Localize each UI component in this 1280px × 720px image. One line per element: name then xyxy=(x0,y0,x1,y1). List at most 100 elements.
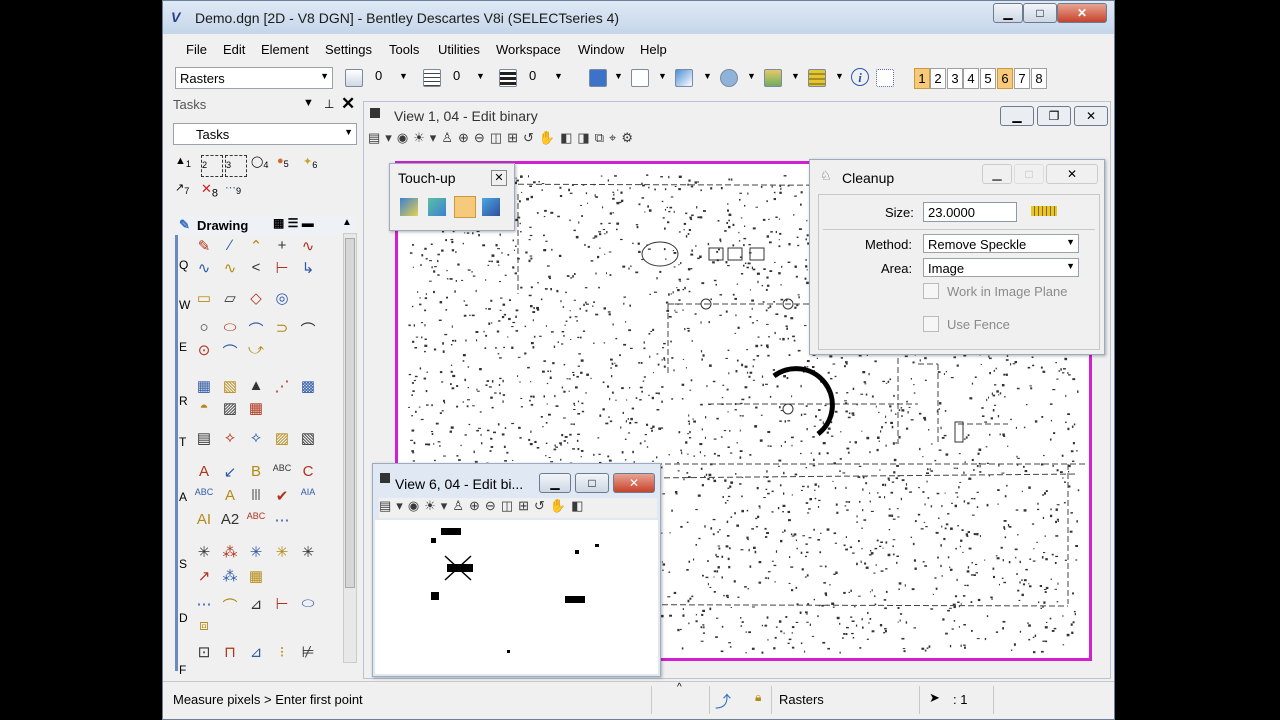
view-button-8[interactable]: 8 xyxy=(1031,68,1047,89)
dropdown-icon[interactable]: ▼ xyxy=(658,71,667,81)
color-dropdown-icon[interactable]: ▼ xyxy=(399,71,408,81)
copy-view-icon[interactable]: ⧉ xyxy=(595,130,609,145)
task-tool-9[interactable]: ⋯9 xyxy=(225,181,249,203)
drawing-tool-icon[interactable]: ⊿ xyxy=(245,643,267,663)
drawing-tool-icon[interactable]: ⊓ xyxy=(219,643,241,663)
line-weight-icon[interactable] xyxy=(499,69,517,87)
ruler-icon[interactable] xyxy=(1031,206,1057,216)
window-area-icon[interactable]: ◫ xyxy=(490,130,507,145)
view-6-canvas[interactable] xyxy=(375,520,658,674)
close-button[interactable]: ✕ xyxy=(1057,3,1107,23)
references-icon[interactable] xyxy=(675,69,693,87)
method-select[interactable]: Remove Speckle ▼ xyxy=(923,234,1079,253)
close-icon[interactable]: ✕ xyxy=(341,94,355,114)
view-mode-icons[interactable]: ▦ ☰ ▬ xyxy=(273,216,314,230)
drawing-tool-icon[interactable]: ▩ xyxy=(297,377,319,397)
drawing-tool-icon[interactable]: ⌒ xyxy=(219,595,241,615)
task-tool-4[interactable]: ◯4 xyxy=(251,155,273,177)
bentley-icon[interactable]: V xyxy=(171,9,180,25)
drawing-tool-icon[interactable]: ↳ xyxy=(297,259,319,279)
view-attributes-icon[interactable] xyxy=(589,69,607,87)
cleanup-close[interactable]: ✕ xyxy=(1046,164,1098,184)
minimize-button[interactable]: ▁ xyxy=(993,3,1023,23)
drawing-tool-icon[interactable]: ABC xyxy=(193,487,215,507)
drawing-tool-icon[interactable]: ⟡ xyxy=(219,429,241,449)
maximize-button[interactable]: □ xyxy=(1023,3,1057,23)
drawing-tool-icon[interactable]: ⋯ xyxy=(193,595,215,615)
dropdown-icon[interactable]: ▼ xyxy=(835,71,844,81)
pushpin-icon[interactable]: ⊥ xyxy=(324,97,334,111)
snap-icon[interactable]: ⤴ xyxy=(715,688,739,712)
drawing-tool-icon[interactable]: ▱ xyxy=(219,289,241,309)
levels-icon[interactable] xyxy=(808,69,826,87)
drawing-tool-icon[interactable]: ↗ xyxy=(193,567,215,587)
view-button-3[interactable]: 3 xyxy=(947,68,963,89)
menu-tools[interactable]: Tools xyxy=(389,42,419,57)
task-tool-3[interactable]: 3 xyxy=(225,155,247,177)
pan-icon[interactable]: ♙ xyxy=(441,130,458,145)
drawing-tool-icon[interactable]: ⊿ xyxy=(245,595,267,615)
drawing-tool-icon[interactable]: ⌒ xyxy=(219,341,241,361)
zoom-out-icon[interactable]: ⊖ xyxy=(485,498,501,513)
level-combo[interactable]: Rasters ▼ xyxy=(175,67,333,89)
rotate-icon[interactable]: ↺ xyxy=(534,498,550,513)
pin-icon[interactable]: ▼ xyxy=(303,97,314,109)
drawing-tool-icon[interactable]: ⊢ xyxy=(271,595,293,615)
drawing-tool-icon[interactable]: ▤ xyxy=(193,429,215,449)
touchup-close-icon[interactable]: ✕ xyxy=(491,170,507,186)
view-1-close[interactable]: ✕ xyxy=(1074,106,1108,126)
drawing-tool-icon[interactable]: ⁂ xyxy=(219,567,241,587)
drawing-tool-icon[interactable]: ✔ xyxy=(271,487,293,507)
next-view-icon[interactable]: ◨ xyxy=(577,130,594,145)
task-tool-7[interactable]: ↗7 xyxy=(175,181,197,203)
color-icon[interactable] xyxy=(345,69,363,87)
work-in-image-plane-checkbox[interactable] xyxy=(923,283,939,299)
drawing-tool-icon[interactable]: ∕ xyxy=(219,237,241,257)
view-settings-icon[interactable]: ⚙ xyxy=(621,130,638,145)
drawing-tool-icon[interactable]: ✳ xyxy=(245,543,267,563)
drawing-tool-icon[interactable]: ▧ xyxy=(219,377,241,397)
view-6-close[interactable]: ✕ xyxy=(613,473,655,493)
cleanup-maximize[interactable]: □ xyxy=(1014,164,1044,184)
dropdown-icon[interactable]: ▼ xyxy=(791,71,800,81)
drawing-tool-icon[interactable]: ◎ xyxy=(271,289,293,309)
drawing-tool-icon[interactable]: AI xyxy=(193,511,215,531)
drawing-tool-icon[interactable]: C xyxy=(297,463,319,483)
drawing-tool-icon[interactable]: ABC xyxy=(271,463,293,483)
drawing-tool-icon[interactable]: ⬭ xyxy=(219,319,241,339)
drawing-tool-icon[interactable]: ↙ xyxy=(219,463,241,483)
drawing-tool-icon[interactable]: ⌒ xyxy=(245,319,267,339)
drawing-tool-icon[interactable]: ▨ xyxy=(271,429,293,449)
zoom-in-icon[interactable]: ⊕ xyxy=(469,498,485,513)
drawing-tool-icon[interactable]: ⊃ xyxy=(271,319,293,339)
line-style-icon[interactable] xyxy=(423,69,441,87)
drawing-tool-icon[interactable]: ⊡ xyxy=(193,643,215,663)
line-weight-dropdown-icon[interactable]: ▼ xyxy=(554,71,563,81)
zoom-in-icon[interactable]: ⊕ xyxy=(458,130,474,145)
view-button-7[interactable]: 7 xyxy=(1014,68,1030,89)
touchup-tool-3-icon[interactable] xyxy=(454,196,476,218)
drawing-tool-icon[interactable]: ⁂ xyxy=(219,543,241,563)
cleanup-minimize[interactable]: ▁ xyxy=(982,164,1012,184)
scroll-thumb[interactable] xyxy=(345,238,355,588)
drawing-tool-icon[interactable]: ◇ xyxy=(245,289,267,309)
use-fence-checkbox[interactable] xyxy=(923,316,939,332)
render-icon[interactable]: ◉☀▾ xyxy=(408,498,453,513)
view-button-1[interactable]: 1 xyxy=(914,68,930,89)
drawing-tool-icon[interactable]: ▦ xyxy=(245,567,267,587)
drawing-tool-icon[interactable]: ▲ xyxy=(245,377,267,397)
dropdown-icon[interactable]: ▼ xyxy=(747,71,756,81)
menu-element[interactable]: Element xyxy=(261,42,309,57)
drawing-tool-icon[interactable]: A xyxy=(219,487,241,507)
task-tool-6[interactable]: ✦6 xyxy=(303,155,325,177)
drawing-tool-icon[interactable]: ✳ xyxy=(297,543,319,563)
area-select[interactable]: Image ▼ xyxy=(923,258,1079,277)
drawing-tool-icon[interactable]: ⋰ xyxy=(271,377,293,397)
window-area-icon[interactable]: ◫ xyxy=(501,498,518,513)
grid-icon[interactable] xyxy=(876,69,894,87)
task-tool-2[interactable]: 2 xyxy=(201,155,223,177)
menu-file[interactable]: File xyxy=(186,42,207,57)
view-button-4[interactable]: 4 xyxy=(963,68,979,89)
menu-workspace[interactable]: Workspace xyxy=(496,42,561,57)
menu-help[interactable]: Help xyxy=(640,42,667,57)
